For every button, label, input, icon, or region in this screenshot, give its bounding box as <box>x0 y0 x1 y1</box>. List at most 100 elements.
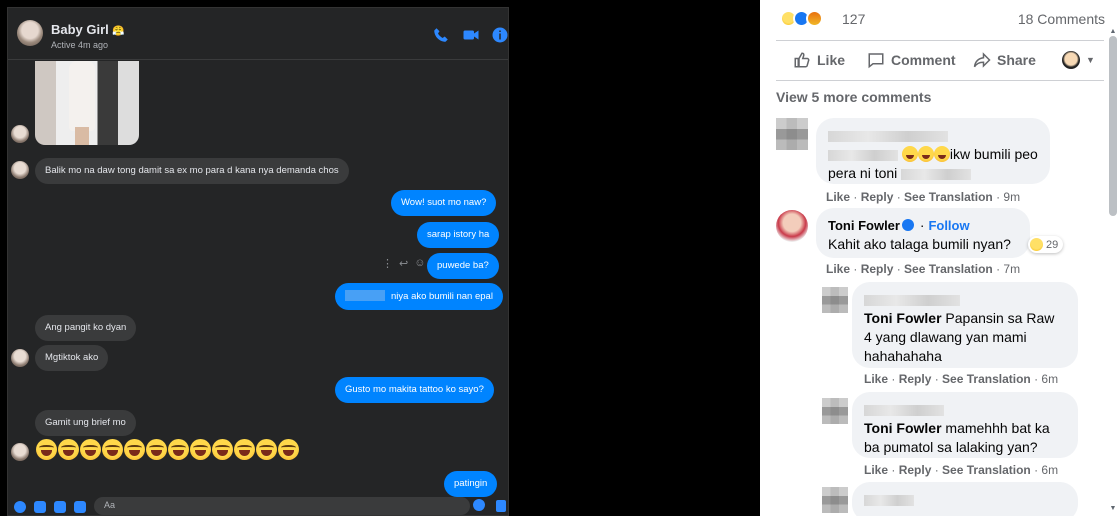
verified-badge-icon <box>901 219 914 231</box>
view-more-comments-link[interactable]: View 5 more comments <box>776 89 931 105</box>
comment-icon <box>868 53 884 69</box>
scroll-up-arrow-icon[interactable]: ▲ <box>1108 28 1118 36</box>
facebook-comments-panel: 127 18 Comments Like Comment Share ▼ Vie… <box>760 0 1120 516</box>
scroll-down-arrow-icon[interactable]: ▼ <box>1108 505 1118 513</box>
emoji-message[interactable] <box>36 439 299 460</box>
message-bubble-out[interactable]: niya ako bumili nan epal <box>335 283 503 310</box>
comment-like-link[interactable]: Like <box>826 262 850 276</box>
messenger-chat-window: Baby Girl 😤 Active 4m ago Balik mo na da… <box>7 7 509 516</box>
redacted-text <box>828 149 898 161</box>
sender-avatar <box>11 443 29 461</box>
share-button[interactable]: Share <box>973 51 1036 69</box>
share-icon <box>973 52 991 68</box>
laughing-emoji-icon <box>168 439 189 460</box>
shared-photo[interactable] <box>35 61 139 145</box>
like-button[interactable]: Like <box>793 51 845 69</box>
more-actions-icon[interactable] <box>14 501 26 513</box>
comment-reaction-badge[interactable]: 29 <box>1028 236 1064 253</box>
comment-reply-link[interactable]: Reply <box>861 262 894 276</box>
reaction-count[interactable]: 127 <box>842 11 865 27</box>
composer-bar: Aa <box>8 495 508 515</box>
laughing-emoji-icon <box>933 146 950 162</box>
reaction-as-selector[interactable]: ▼ <box>1062 51 1095 69</box>
laughing-emoji-icon <box>102 439 123 460</box>
sender-avatar <box>11 161 29 179</box>
redacted-name <box>828 130 948 142</box>
angry-reaction-icon <box>806 10 823 27</box>
tagged-name[interactable]: Toni Fowler <box>864 420 942 436</box>
photo-icon[interactable] <box>34 501 46 513</box>
laughing-emoji-icon <box>278 439 299 460</box>
more-options-icon[interactable]: ⋮ <box>382 257 393 270</box>
react-icon[interactable]: ☺ <box>414 257 425 270</box>
commenter-avatar[interactable] <box>776 118 808 150</box>
haha-reaction-icon <box>1030 238 1043 251</box>
redacted-text <box>901 168 972 180</box>
phone-call-icon[interactable] <box>432 26 450 44</box>
message-thread: Balik mo na daw tong damit sa ex mo para… <box>8 61 508 497</box>
active-status: Active 4m ago <box>51 40 109 50</box>
comment-like-link[interactable]: Like <box>826 190 850 204</box>
scrollbar-thumb[interactable] <box>1109 36 1117 216</box>
comment-reply-link[interactable]: Reply <box>861 190 894 204</box>
reaction-summary[interactable] <box>780 10 823 27</box>
comment-reply-link[interactable]: Reply <box>899 372 932 386</box>
contact-name-emoji: 😤 <box>112 26 125 37</box>
tagged-name[interactable]: Toni Fowler <box>864 310 942 326</box>
laughing-emoji-icon <box>234 439 255 460</box>
laughing-emoji-icon <box>190 439 211 460</box>
comment-like-link[interactable]: Like <box>864 372 888 386</box>
see-translation-link[interactable]: See Translation <box>942 463 1031 477</box>
commenter-avatar[interactable] <box>776 210 808 242</box>
chevron-down-icon: ▼ <box>1086 55 1095 65</box>
contact-avatar[interactable] <box>17 20 43 46</box>
comment-count[interactable]: 18 Comments <box>1018 11 1105 27</box>
commenter-avatar[interactable] <box>822 287 848 313</box>
see-translation-link[interactable]: See Translation <box>942 372 1031 386</box>
video-call-icon[interactable] <box>462 26 480 44</box>
comment-button[interactable]: Comment <box>867 51 956 69</box>
comment-reply-link[interactable]: Reply <box>899 463 932 477</box>
contact-name[interactable]: Baby Girl 😤 <box>51 22 125 37</box>
laughing-emoji-icon <box>124 439 145 460</box>
message-bubble-out[interactable]: sarap istory ha <box>417 222 500 248</box>
redacted-text <box>345 290 385 301</box>
gif-icon[interactable] <box>74 501 86 513</box>
follow-button[interactable]: Follow <box>928 218 969 233</box>
thumbs-up-icon[interactable] <box>496 500 506 512</box>
redacted-name <box>864 404 944 416</box>
message-input[interactable]: Aa <box>94 497 470 515</box>
laughing-emoji-icon <box>901 146 918 162</box>
redacted-name <box>864 294 960 306</box>
see-translation-link[interactable]: See Translation <box>904 262 993 276</box>
message-bubble-out[interactable]: patingin <box>444 471 498 497</box>
laughing-emoji-icon <box>146 439 167 460</box>
sticker-icon[interactable] <box>54 501 66 513</box>
message-bubble-in[interactable]: Gamit ung brief mo <box>35 410 136 436</box>
commenter-avatar[interactable] <box>822 487 848 513</box>
laughing-emoji-icon <box>58 439 79 460</box>
comment-meta: Like · Reply · See Translation · 7m <box>826 262 1021 276</box>
message-bubble-out[interactable]: puwede ba? <box>427 253 499 279</box>
see-translation-link[interactable]: See Translation <box>904 190 993 204</box>
reply-icon[interactable]: ↩ <box>399 257 408 270</box>
message-bubble-out[interactable]: Gusto mo makita tattoo ko sayo? <box>335 377 494 403</box>
message-bubble-out[interactable]: Wow! suot mo naw? <box>391 190 497 216</box>
comment-bubble: ikw bumili peo pera ni toni <box>816 118 1050 184</box>
message-bubble-in[interactable]: Ang pangit ko dyan <box>35 315 137 341</box>
commenter-name[interactable]: Toni Fowler <box>828 218 900 233</box>
like-icon <box>794 52 810 68</box>
info-icon[interactable] <box>491 26 509 44</box>
comment-bubble: Toni Fowler · Follow Kahit ako talaga bu… <box>816 208 1030 258</box>
sender-avatar <box>11 349 29 367</box>
reply-bubble <box>852 482 1078 516</box>
emoji-picker-icon[interactable] <box>473 499 485 511</box>
commenter-avatar[interactable] <box>822 398 848 424</box>
laughing-emoji-icon <box>917 146 934 162</box>
message-bubble-in[interactable]: Mgtiktok ako <box>35 345 109 371</box>
comment-like-link[interactable]: Like <box>864 463 888 477</box>
laughing-emoji-icon <box>256 439 277 460</box>
message-bubble-in[interactable]: Balik mo na daw tong damit sa ex mo para… <box>35 158 349 184</box>
reply-bubble: Toni Fowler mamehhh bat ka ba pumatol sa… <box>852 392 1078 458</box>
screenshot-root: Baby Girl 😤 Active 4m ago Balik mo na da… <box>0 0 1120 516</box>
